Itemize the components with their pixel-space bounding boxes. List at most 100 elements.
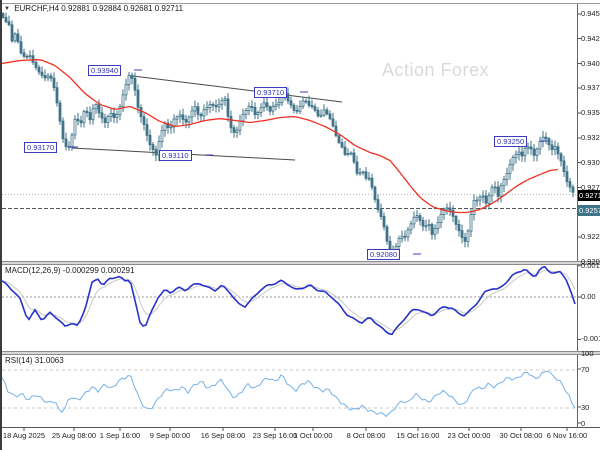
candle-body — [77, 119, 79, 121]
candle-body — [221, 101, 223, 105]
candle-body — [554, 147, 556, 150]
time-axis-label: 1 Oct 00:00 — [285, 431, 341, 440]
macd-axis-label: 0.00 — [581, 292, 596, 301]
candle-body — [500, 186, 502, 197]
candle-body — [476, 200, 478, 201]
candle-body — [62, 121, 64, 139]
candle-body — [365, 172, 367, 178]
panel-separator-rsi[interactable] — [0, 351, 600, 355]
current-price-box: 0.92711 — [578, 190, 600, 201]
candle-body — [485, 196, 487, 203]
candle-body — [107, 117, 109, 123]
candle-body — [65, 139, 67, 147]
candle-body — [344, 147, 346, 154]
collapse-arrow-icon[interactable]: ▼ — [4, 6, 10, 12]
candle-body — [341, 143, 343, 148]
candle-body — [347, 153, 349, 154]
macd-indicator-label: MACD(12,26,9) -0.000299 0.000291 — [5, 266, 134, 275]
price-axis-label: 0.94515 — [581, 9, 600, 18]
candle-body — [275, 105, 277, 107]
candle-body — [509, 165, 511, 174]
candle-body — [458, 224, 460, 230]
price-tag-0.93250[interactable]: 0.93250 — [494, 136, 527, 147]
candle-body — [407, 230, 409, 237]
price-axis-label: 0.92285 — [581, 232, 600, 241]
time-axis-label: 15 Oct 16:00 — [390, 431, 446, 440]
candle-body — [263, 103, 265, 108]
price-tag-0.92080[interactable]: 0.92080 — [367, 249, 400, 260]
candle-body — [416, 216, 418, 218]
candle-body — [161, 131, 163, 142]
candle-body — [413, 217, 415, 224]
price-tag-0.93170[interactable]: 0.93170 — [24, 142, 57, 153]
candle-body — [98, 105, 100, 113]
candle-body — [566, 172, 568, 182]
candle-body — [74, 119, 76, 135]
candle-body — [8, 22, 10, 25]
price-axis-label: 0.94020 — [581, 59, 600, 68]
candle-body — [89, 113, 91, 120]
candle-body — [329, 114, 331, 119]
panel-separator-macd[interactable] — [0, 261, 600, 265]
candle-body — [23, 53, 25, 57]
moving-average-line — [2, 60, 558, 213]
candle-body — [350, 153, 352, 154]
price-axis-label: 0.93275 — [581, 133, 600, 142]
macd-axis-label: -0.001847 — [581, 334, 600, 343]
candle-body — [515, 154, 517, 157]
candle-body — [353, 153, 355, 162]
price-axis-label: 0.93775 — [581, 83, 600, 92]
candle-body — [545, 137, 547, 139]
candle-body — [359, 173, 361, 174]
price-tag-0.93940[interactable]: 0.93940 — [88, 65, 121, 76]
candle-body — [464, 237, 466, 241]
time-axis-label: 8 Oct 08:00 — [338, 431, 394, 440]
candle-body — [290, 101, 292, 105]
rsi-axis-label: 30 — [581, 403, 589, 412]
candle-body — [239, 121, 241, 130]
candle-body — [146, 125, 148, 136]
macd-axis-label: 0.00136 — [581, 261, 600, 270]
candle-body — [524, 148, 526, 156]
candle-body — [518, 152, 520, 154]
candle-body — [419, 216, 421, 221]
candle-body — [494, 187, 496, 188]
rsi-axis-label: 70 — [581, 365, 589, 374]
candle-body — [326, 110, 328, 114]
symbol-title: ▼ EURCHF,H4 0.92881 0.92884 0.92681 0.92… — [4, 4, 183, 13]
candle-body — [272, 107, 274, 112]
candle-body — [386, 227, 388, 241]
candle-body — [248, 106, 250, 110]
candle-body — [206, 107, 208, 109]
candle-body — [455, 216, 457, 224]
candle-body — [35, 62, 37, 67]
candle-body — [32, 56, 34, 63]
candle-body — [29, 56, 31, 57]
candle-body — [92, 109, 94, 120]
candle-body — [305, 101, 307, 102]
candle-body — [128, 75, 130, 84]
candle-body — [131, 75, 133, 78]
candle-body — [383, 217, 385, 227]
price-tag-0.93710[interactable]: 0.93710 — [254, 87, 287, 98]
candle-body — [44, 75, 46, 78]
candle-body — [227, 99, 229, 116]
candle-body — [242, 114, 244, 121]
candle-body — [428, 225, 430, 226]
candle-body — [368, 178, 370, 179]
candle-body — [71, 135, 73, 147]
candle-body — [401, 236, 403, 238]
candle-body — [557, 147, 559, 154]
candle-body — [266, 103, 268, 107]
candle-body — [521, 152, 523, 156]
candle-body — [452, 210, 454, 216]
candle-body — [302, 101, 304, 106]
candle-body — [527, 147, 529, 148]
candle-body — [218, 104, 220, 107]
candle-body — [188, 117, 190, 122]
price-tag-0.93110[interactable]: 0.93110 — [159, 150, 192, 161]
candle-body — [224, 99, 226, 101]
candle-body — [245, 110, 247, 114]
candle-body — [164, 123, 166, 130]
candle-body — [149, 135, 151, 144]
